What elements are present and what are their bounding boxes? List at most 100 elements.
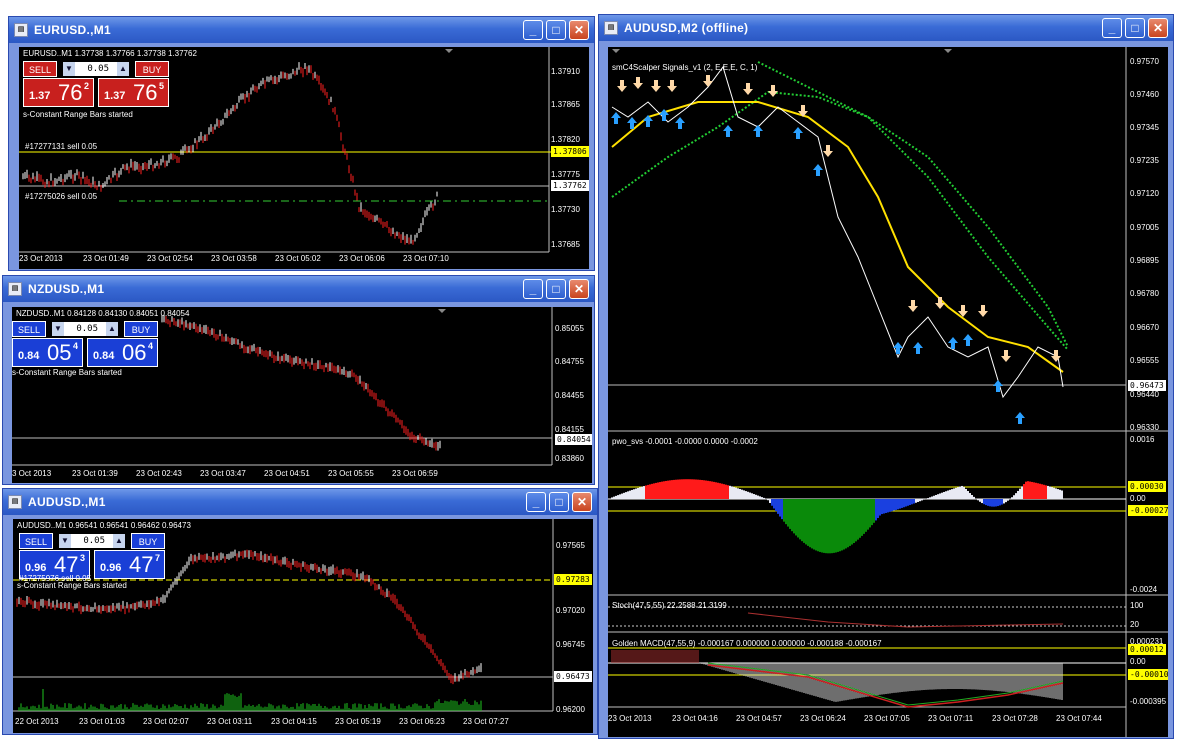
- lot-decrease-icon[interactable]: ▼: [52, 322, 64, 336]
- chart-window-icon: ▤: [8, 495, 22, 509]
- sell-signal-arrow-icon: [935, 297, 945, 309]
- chart-window-icon: ▤: [604, 21, 618, 35]
- sell-price-fraction: 3: [80, 553, 86, 563]
- pwo-level: -0.0024: [1130, 585, 1158, 594]
- buy-signal-arrow-icon: [753, 125, 763, 137]
- time-label: 23 Oct 05:02: [275, 254, 321, 263]
- lot-increase-icon[interactable]: ▲: [106, 322, 118, 336]
- minimize-button[interactable]: _: [523, 279, 543, 299]
- audusd-m2-titlebar[interactable]: ▤ AUDUSD,M2 (offline) _ □ ✕: [599, 15, 1173, 41]
- sell-button[interactable]: SELL: [19, 533, 53, 549]
- sell-button[interactable]: SELL: [23, 61, 57, 77]
- close-button[interactable]: ✕: [1148, 18, 1168, 38]
- buy-price-box[interactable]: 0.96 47 7: [94, 550, 165, 579]
- buy-price-pips: 47: [129, 552, 154, 577]
- time-label: 3 Oct 2013: [12, 469, 52, 478]
- audusd-m1-chart-area[interactable]: AUDUSD..M1 0.96541 0.96541 0.96462 0.964…: [13, 519, 593, 733]
- audusd-m1-window[interactable]: ▤ AUDUSD.,M1 _ □ ✕ AUDUSD..M1 0.96541 0.…: [2, 488, 598, 735]
- buy-price-prefix: 0.84: [93, 350, 115, 362]
- minimize-button[interactable]: _: [523, 20, 543, 40]
- buy-signal-arrow-icon: [1015, 412, 1025, 424]
- buy-button[interactable]: BUY: [124, 321, 158, 337]
- eurusd-chart-area[interactable]: EURUSD..M1 1.37738 1.37766 1.37738 1.377…: [19, 47, 589, 269]
- buy-button[interactable]: BUY: [135, 61, 169, 77]
- sell-price-box[interactable]: 0.84 05 4: [12, 338, 83, 367]
- sell-signal-arrow-icon: [743, 83, 753, 95]
- lot-size-input[interactable]: 0.05: [75, 62, 123, 76]
- price-label: 0.96895: [1130, 256, 1159, 265]
- price-label: 0.85055: [555, 324, 584, 333]
- close-button[interactable]: ✕: [569, 279, 589, 299]
- sell-price-pips: 76: [58, 80, 83, 105]
- time-label: 23 Oct 02:43: [136, 469, 182, 478]
- nzdusd-chart-area[interactable]: NZDUSD..M1 0.84128 0.84130 0.84051 0.840…: [12, 307, 592, 483]
- price-label: 0.83860: [555, 454, 584, 463]
- time-label: 23 Oct 07:11: [928, 714, 974, 723]
- lot-increase-icon[interactable]: ▲: [113, 534, 125, 548]
- price-label: 0.96200: [556, 705, 585, 714]
- buy-signal-arrow-icon: [993, 380, 1003, 392]
- sell-signal-arrow-icon: [703, 75, 713, 87]
- price-label: 0.97005: [1130, 223, 1159, 232]
- eurusd-titlebar[interactable]: ▤ EURUSD.,M1 _ □ ✕: [9, 17, 594, 43]
- buy-price-box[interactable]: 1.37 76 5: [98, 78, 169, 107]
- lot-size-input[interactable]: 0.05: [71, 534, 119, 548]
- nzdusd-titlebar[interactable]: ▤ NZDUSD.,M1 _ □ ✕: [3, 276, 594, 302]
- price-label: 1.37865: [551, 100, 580, 109]
- maximize-button[interactable]: □: [549, 492, 569, 512]
- time-label: 23 Oct 03:58: [211, 254, 257, 263]
- order-label-2: #17275026 sell 0.05: [25, 192, 98, 201]
- buy-signal-arrow-icon: [893, 342, 903, 354]
- chart-shift-marker: [445, 49, 453, 53]
- pwo-level: 0.0016: [1130, 435, 1155, 444]
- minimize-button[interactable]: _: [526, 492, 546, 512]
- buy-signal-arrow-icon: [913, 342, 923, 354]
- nzdusd-window[interactable]: ▤ NZDUSD.,M1 _ □ ✕ NZDUSD..M1 0.84128 0.…: [2, 275, 595, 485]
- price-label: 1.37910: [551, 67, 580, 76]
- audusd-m2-chart-area[interactable]: smC4Scalper Signals_v1 (2, E,E,E, C, 1) …: [608, 47, 1168, 737]
- time-label: 23 Oct 2013: [608, 714, 652, 723]
- time-label: 23 Oct 07:27: [463, 717, 509, 726]
- macd-level: -0.000395: [1130, 697, 1167, 706]
- sell-price-box[interactable]: 1.37 76 2: [23, 78, 94, 107]
- lot-size-input[interactable]: 0.05: [64, 322, 112, 336]
- buy-price-box[interactable]: 0.84 06 4: [87, 338, 158, 367]
- sell-button[interactable]: SELL: [12, 321, 46, 337]
- time-label: 23 Oct 01:39: [72, 469, 118, 478]
- audusd-m2-window[interactable]: ▤ AUDUSD,M2 (offline) _ □ ✕ smC4Scalper …: [598, 14, 1174, 739]
- indicator-label: smC4Scalper Signals_v1 (2, E,E,E, C, 1): [612, 63, 758, 72]
- lot-decrease-icon[interactable]: ▼: [63, 62, 75, 76]
- buy-signal-arrow-icon: [611, 112, 621, 124]
- pwo-level-tag: 0.00030: [1128, 481, 1166, 492]
- audusd-m1-titlebar[interactable]: ▤ AUDUSD.,M1 _ □ ✕: [3, 489, 597, 515]
- window-title: AUDUSD,M2 (offline): [624, 21, 749, 35]
- close-button[interactable]: ✕: [572, 492, 592, 512]
- eurusd-window[interactable]: ▤ EURUSD.,M1 _ □ ✕ EURUSD..M1 1.37738 1.…: [8, 16, 595, 271]
- maximize-button[interactable]: □: [546, 20, 566, 40]
- price-label: 0.96780: [1130, 289, 1159, 298]
- lot-increase-icon[interactable]: ▲: [117, 62, 129, 76]
- price-label: 0.84455: [555, 391, 584, 400]
- buy-price-pips: 06: [122, 340, 147, 365]
- minimize-button[interactable]: _: [1102, 18, 1122, 38]
- time-label: 23 Oct 06:59: [392, 469, 438, 478]
- time-label: 23 Oct 07:05: [864, 714, 910, 723]
- symbol-info-line: EURUSD..M1 1.37738 1.37766 1.37738 1.377…: [23, 49, 197, 58]
- price-label: 0.97570: [1130, 57, 1159, 66]
- buy-signal-arrow-icon: [793, 127, 803, 139]
- time-label: 23 Oct 03:11: [207, 717, 253, 726]
- order-price-tag: 0.97283: [554, 574, 592, 585]
- window-title: NZDUSD.,M1: [28, 282, 105, 296]
- maximize-button[interactable]: □: [546, 279, 566, 299]
- close-button[interactable]: ✕: [569, 20, 589, 40]
- buy-button[interactable]: BUY: [131, 533, 165, 549]
- maximize-button[interactable]: □: [1125, 18, 1145, 38]
- one-click-trade-panel: SELL ▼ 0.05 ▲ BUY 1.37 76 2 1.37 76 5: [23, 61, 169, 107]
- chart-shift-marker: [944, 49, 952, 53]
- price-label: 0.97120: [1130, 189, 1159, 198]
- price-label: 0.97345: [1130, 123, 1159, 132]
- macd-level-tag: -0.00010: [1128, 669, 1168, 680]
- price-label: 1.37820: [551, 135, 580, 144]
- buy-signal-arrow-icon: [813, 164, 823, 176]
- lot-decrease-icon[interactable]: ▼: [59, 534, 71, 548]
